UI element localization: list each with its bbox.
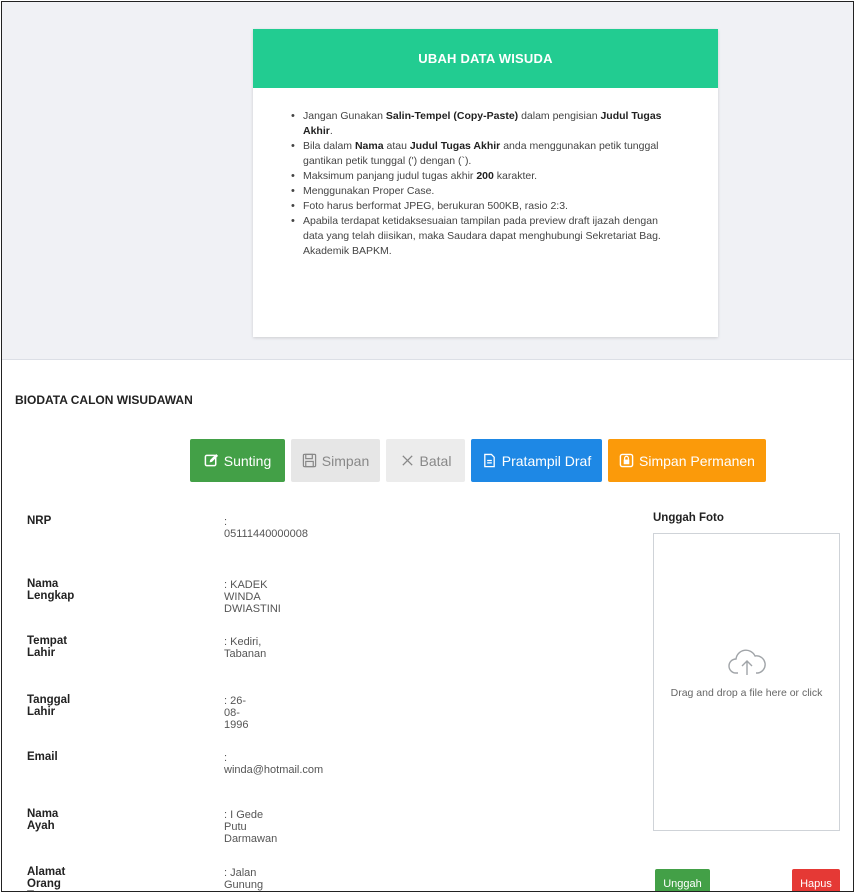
notice-card: UBAH DATA WISUDA Jangan Gunakan Salin-Te… [253, 29, 718, 337]
field-value-parent-address: : Jalan Gunung Batok VIII No. 29 [224, 867, 264, 891]
notice-text-segment: Bila dalam [303, 140, 355, 152]
delete-button[interactable]: Hapus [792, 869, 840, 891]
notice-item: Menggunakan Proper Case. [291, 184, 678, 199]
save-permanent-label: Simpan Permanen [639, 452, 755, 469]
notice-item: Jangan Gunakan Salin-Tempel (Copy-Paste)… [291, 109, 678, 139]
field-label-birthdate: Tanggal Lahir [27, 694, 71, 718]
field-label-nrp: NRP [27, 515, 52, 527]
field-value-email: : winda@hotmail.com [224, 752, 324, 776]
notice-text-segment: Maksimum panjang judul tugas akhir [303, 170, 477, 182]
field-label-email: Email [27, 751, 58, 763]
notice-list: Jangan Gunakan Salin-Tempel (Copy-Paste)… [291, 109, 678, 259]
close-icon [400, 453, 415, 468]
field-value-father-name: : I Gede Putu Darmawan [224, 809, 278, 845]
field-label-full-name: Nama Lengkap [27, 578, 75, 602]
save-button-label: Simpan [321, 452, 370, 469]
preview-draft-label: Pratampil Draf [501, 452, 592, 469]
notice-item: Apabila terdapat ketidaksesuaian tampila… [291, 214, 678, 259]
notice-text-segment: 200 [476, 170, 494, 182]
notice-text-segment: Foto harus berformat JPEG, berukuran 500… [303, 200, 568, 212]
notice-text-segment: atau [383, 140, 410, 152]
notice-text-segment: Apabila terdapat ketidaksesuaian tampila… [303, 215, 661, 257]
edit-icon [204, 453, 219, 468]
notice-item: Foto harus berformat JPEG, berukuran 500… [291, 199, 678, 214]
notice-text-segment: Menggunakan Proper Case. [303, 185, 435, 197]
edit-button[interactable]: Sunting [190, 439, 285, 482]
dropzone-text: Drag and drop a file here or click [670, 687, 823, 699]
field-value-full-name: : KADEK WINDA DWIASTINI [224, 579, 281, 615]
upload-photo-title: Unggah Foto [653, 512, 724, 524]
lock-save-icon [619, 453, 634, 468]
field-label-parent-address: Alamat Orang Tua [27, 866, 66, 891]
cloud-upload-icon [727, 647, 766, 677]
page-frame: UBAH DATA WISUDA Jangan Gunakan Salin-Te… [1, 1, 854, 892]
document-icon [482, 453, 497, 468]
photo-dropzone[interactable]: Drag and drop a file here or click [653, 533, 840, 831]
action-toolbar: Sunting Simpan Batal Pratampil Draf Simp… [190, 439, 766, 482]
notice-item: Maksimum panjang judul tugas akhir 200 k… [291, 169, 678, 184]
notice-title: UBAH DATA WISUDA [253, 29, 718, 88]
notice-body: Jangan Gunakan Salin-Tempel (Copy-Paste)… [253, 88, 718, 259]
notice-text-segment: Nama [354, 140, 384, 152]
notice-text-segment: dalam pengisian [518, 110, 601, 122]
field-value-birthdate: : 26-08-1996 [224, 695, 249, 731]
save-permanent-button[interactable]: Simpan Permanen [608, 439, 766, 482]
notice-text-segment: Judul Tugas Akhir [409, 140, 501, 152]
notice-text-segment: Jangan Gunakan [303, 110, 386, 122]
field-label-father-name: Nama Ayah [27, 808, 59, 832]
top-area: UBAH DATA WISUDA Jangan Gunakan Salin-Te… [2, 2, 853, 360]
cancel-button-label: Batal [419, 452, 452, 469]
field-value-birthplace: : Kediri, Tabanan [224, 636, 267, 660]
notice-text-segment: . [329, 125, 333, 137]
notice-item: Bila dalam Nama atau Judul Tugas Akhir a… [291, 139, 678, 169]
section-title: BIODATA CALON WISUDAWAN [15, 393, 193, 407]
preview-draft-button[interactable]: Pratampil Draf [471, 439, 602, 482]
notice-text-segment: karakter. [493, 170, 538, 182]
notice-text-segment: Salin-Tempel (Copy-Paste) [385, 110, 519, 122]
save-button[interactable]: Simpan [291, 439, 380, 482]
save-icon [302, 453, 317, 468]
field-label-birthplace: Tempat Lahir [27, 635, 68, 659]
cancel-button[interactable]: Batal [386, 439, 465, 482]
upload-button[interactable]: Unggah [655, 869, 710, 891]
edit-button-label: Sunting [223, 452, 272, 469]
field-value-nrp: : 05111440000008 [224, 516, 309, 540]
